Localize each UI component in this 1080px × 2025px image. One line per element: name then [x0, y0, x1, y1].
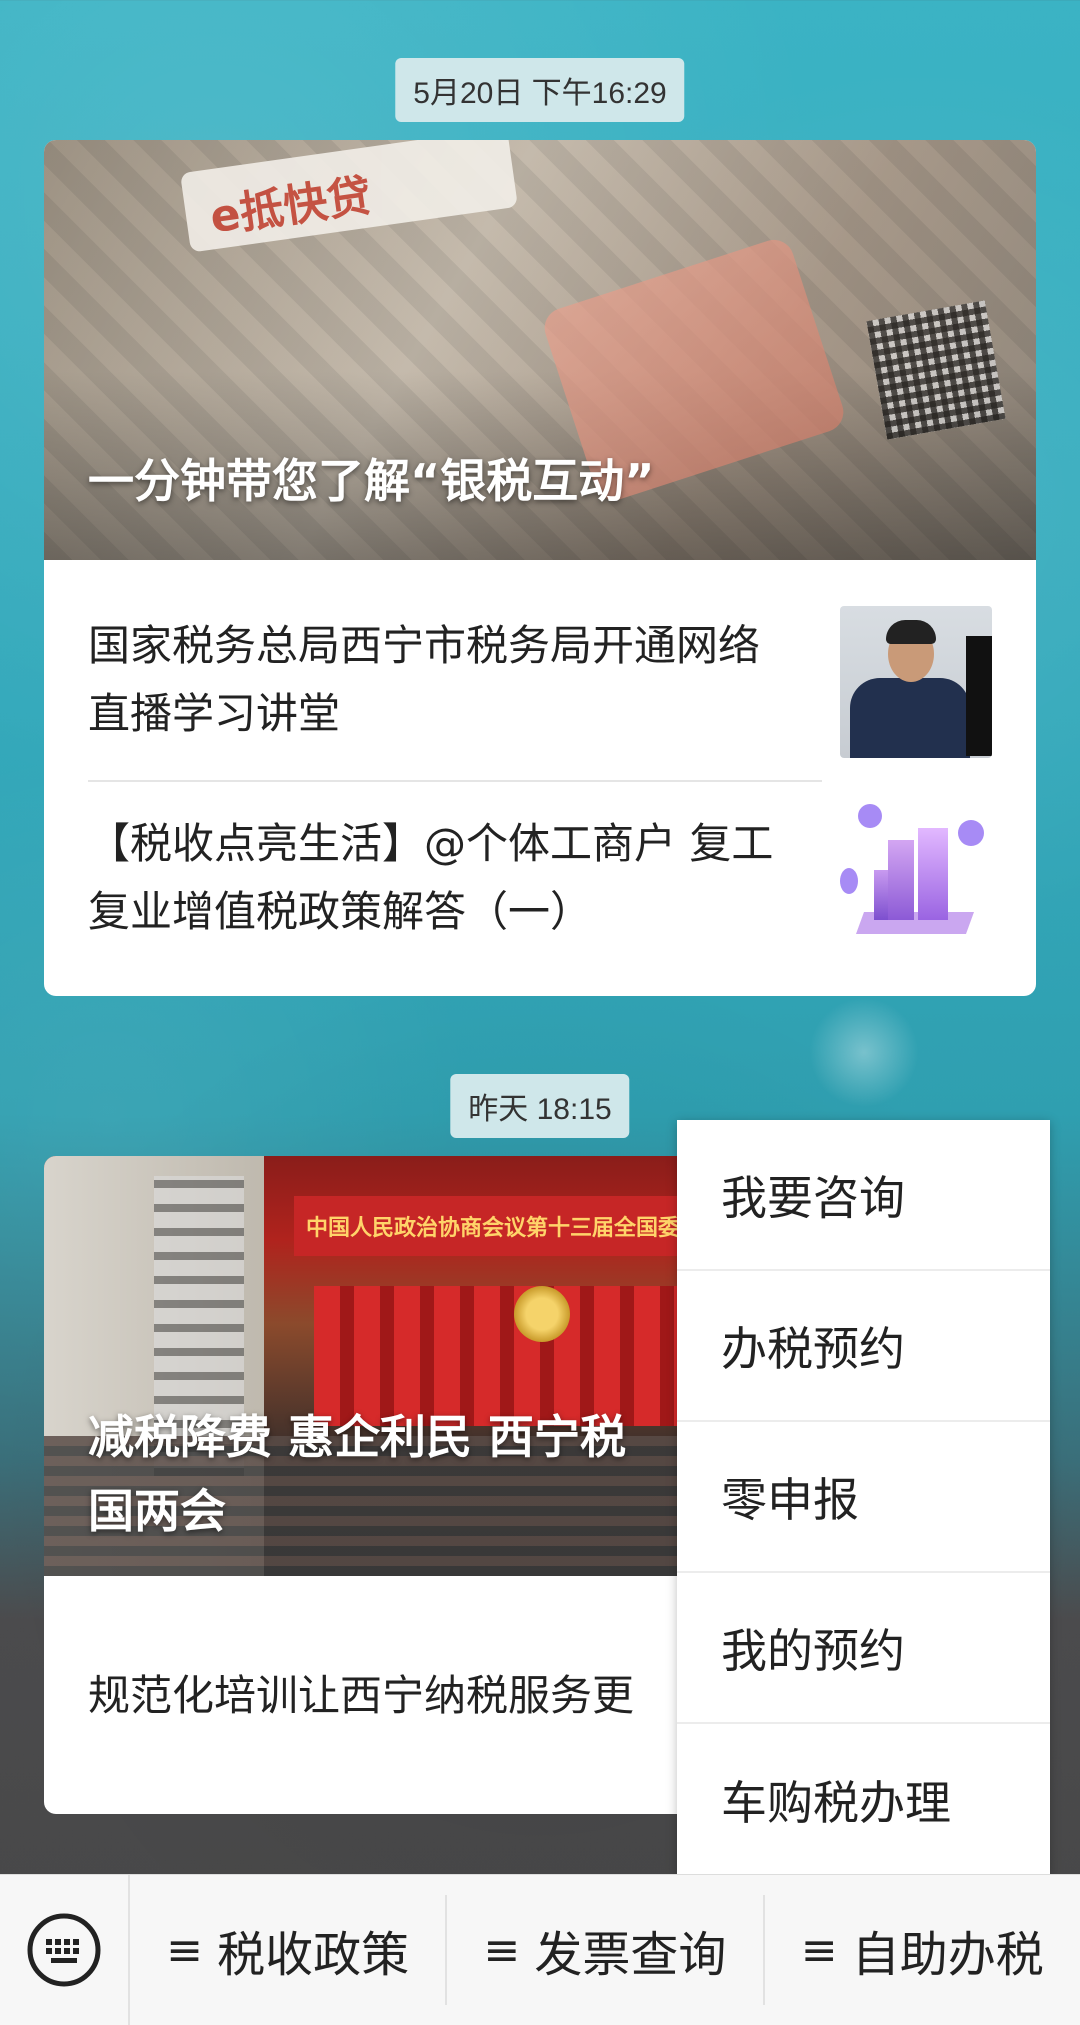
article-card[interactable]: e抵快贷 一分钟带您了解“银税互动” 国家税务总局西宁市税务局开通网络 直播学习…	[44, 140, 1036, 996]
menu-item-my-appointments[interactable]: 我的预约	[677, 1573, 1050, 1724]
hero-title: 一分钟带您了解“银税互动”	[88, 454, 655, 508]
menu-tab-label: 发票查询	[534, 1927, 727, 1983]
hero-decor-qr	[866, 300, 1006, 440]
menu-item-appointment[interactable]: 办税预约	[677, 1271, 1050, 1422]
list-divider	[88, 780, 822, 782]
menu-tab-invoice-query[interactable]: ≡ 发票查询	[447, 1895, 765, 2005]
article-hero-image[interactable]: e抵快贷 一分钟带您了解“银税互动”	[44, 140, 1036, 560]
article-item-title: 国家税务总局西宁市税务局开通网络 直播学习讲堂	[88, 621, 761, 738]
emblem-icon	[514, 1286, 570, 1342]
menu-item-vehicle-tax[interactable]: 车购税办理	[677, 1724, 1050, 1875]
hero-decor-banner: e抵快贷	[180, 140, 518, 253]
bottom-menu-bar: ≡ 税收政策 ≡ 发票查询 ≡ 自助办税	[0, 1874, 1080, 2025]
message-timestamp: 5月20日 下午16:29	[395, 58, 685, 122]
article-item-title: 【税收点亮生活】@个体工商户 复工 复业增值税政策解答（一）	[88, 819, 774, 936]
menu-lines-icon: ≡	[800, 1924, 838, 1976]
menu-lines-icon: ≡	[166, 1924, 204, 1976]
keyboard-icon	[27, 1913, 101, 1987]
menu-lines-icon: ≡	[483, 1924, 521, 1976]
menu-item-consult[interactable]: 我要咨询	[677, 1120, 1050, 1271]
menu-item-zero-declaration[interactable]: 零申报	[677, 1422, 1050, 1573]
menu-tab-label: 自助办税	[851, 1927, 1044, 1983]
message-timestamp: 昨天 18:15	[450, 1074, 630, 1138]
menu-tab-tax-policy[interactable]: ≡ 税收政策	[130, 1895, 448, 2005]
menu-tab-self-service[interactable]: ≡ 自助办税	[765, 1895, 1080, 2005]
popup-menu: 我要咨询 办税预约 零申报 我的预约 车购税办理	[677, 1120, 1050, 1875]
article-thumbnail	[840, 800, 992, 952]
keyboard-toggle-button[interactable]	[0, 1875, 130, 2025]
article-thumbnail	[840, 606, 992, 758]
menu-tab-label: 税收政策	[217, 1927, 410, 1983]
hero-title: 减税降费 惠企利民 西宁税 国两会	[88, 1410, 627, 1538]
